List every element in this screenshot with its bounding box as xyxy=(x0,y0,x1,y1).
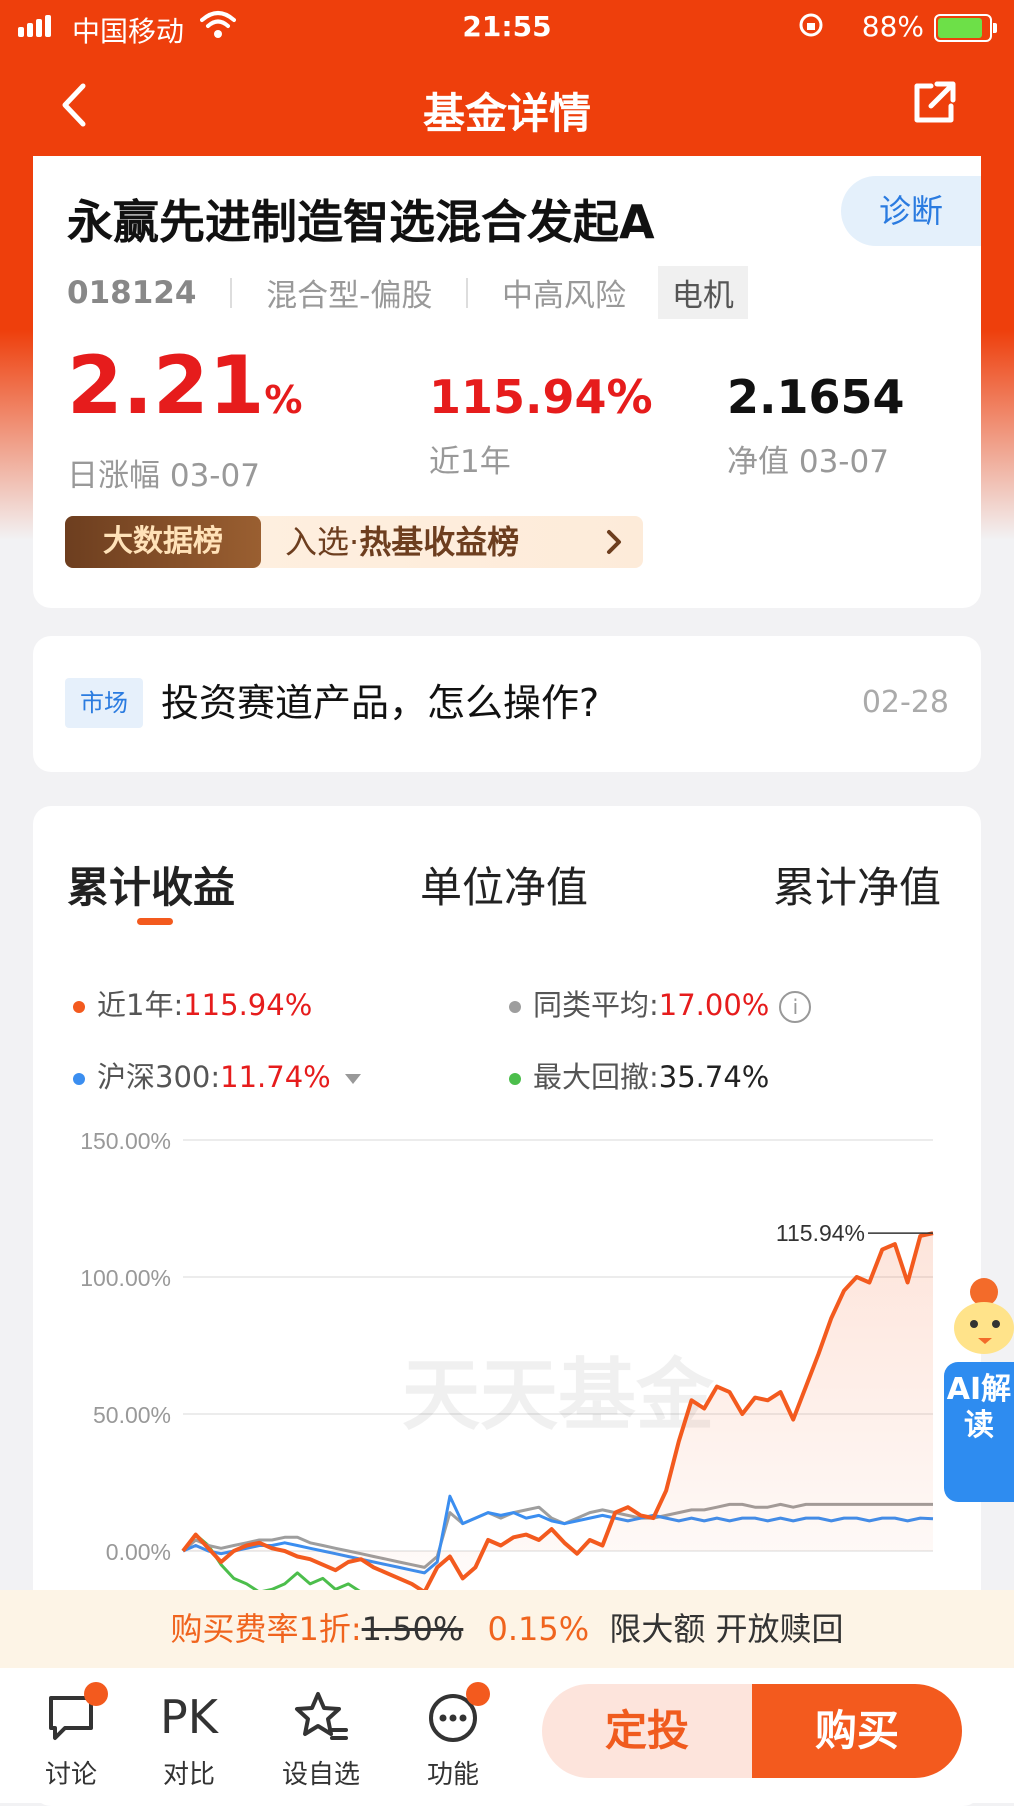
nav-metric: 2.1654 净值 03-07 xyxy=(727,368,905,481)
watermark: 天天基金 xyxy=(402,1350,715,1441)
big-data-ranking-badge: 大数据榜 xyxy=(65,516,261,568)
share-icon[interactable] xyxy=(909,78,959,128)
auto-invest-button[interactable]: 定投 xyxy=(542,1684,752,1778)
functions-button[interactable]: 功能 xyxy=(408,1682,498,1791)
sector-tag[interactable]: 电机 xyxy=(657,266,748,319)
ranking-banner[interactable]: 大数据榜 入选·热基收益榜 xyxy=(65,516,643,568)
buy-button[interactable]: 购买 xyxy=(752,1684,962,1778)
nav-value: 2.1654 xyxy=(727,370,905,424)
year-return-label: 近1年 xyxy=(429,444,511,480)
fund-risk: 中高风险 xyxy=(502,278,627,314)
y-tick-label: 0.00% xyxy=(106,1539,171,1565)
market-date: 02-28 xyxy=(861,685,949,720)
mascot-icon xyxy=(954,1278,1014,1354)
fee-prefix: 购买费率1折: xyxy=(170,1610,362,1648)
daily-change-metric: 2.21% 日涨幅 03-07 xyxy=(67,346,302,495)
market-tag: 市场 xyxy=(65,678,143,728)
year-return-metric: 115.94% 近1年 xyxy=(429,368,653,481)
daily-change-value: 2.21 xyxy=(67,339,265,432)
functions-label: 功能 xyxy=(426,1760,479,1790)
add-watchlist-button[interactable]: 设自选 xyxy=(276,1686,366,1791)
return-chart[interactable]: 150.00% 100.00% 50.00% 0.00% 天天基金 115.94% xyxy=(33,806,981,1596)
chevron-right-icon xyxy=(607,530,621,554)
y-tick-label: 100.00% xyxy=(80,1265,171,1291)
ai-assistant-button[interactable]: AI解读 xyxy=(944,1272,1014,1502)
ai-interpret-label: AI解读 xyxy=(944,1362,1014,1502)
status-bar: 中国移动 21:55 88% xyxy=(0,0,1014,50)
fee-bar: 购买费率1折:1.50% 0.15% 限大额 开放赎回 xyxy=(0,1590,1014,1668)
battery-percent: 88% xyxy=(861,10,924,43)
divider xyxy=(466,277,469,308)
year-return-value: 115.94% xyxy=(429,370,653,424)
fund-name: 永赢先进制造智选混合发起A xyxy=(67,195,655,249)
nav-bar: 基金详情 xyxy=(0,60,1014,150)
y-tick-label: 150.00% xyxy=(80,1128,171,1154)
divider xyxy=(230,277,233,308)
star-list-icon xyxy=(295,1692,348,1740)
ranking-prefix: 入选· xyxy=(285,523,360,561)
compare-label: 对比 xyxy=(162,1760,215,1790)
page-title: 基金详情 xyxy=(422,89,591,138)
market-news-card[interactable]: 市场 投资赛道产品，怎么操作? 02-28 xyxy=(33,636,981,772)
fund-summary-card: 永赢先进制造智选混合发起A 诊断 018124 混合型-偏股 中高风险 电机 2… xyxy=(33,156,981,608)
discuss-button[interactable]: 讨论 xyxy=(26,1682,116,1791)
daily-change-label: 日涨幅 03-07 xyxy=(67,458,260,494)
y-tick-label: 50.00% xyxy=(93,1402,171,1428)
fund-code: 018124 xyxy=(67,274,197,311)
fee-new-rate: 0.15% xyxy=(487,1610,590,1648)
fee-suffix: 限大额 开放赎回 xyxy=(609,1610,844,1648)
ranking-name: 热基收益榜 xyxy=(359,523,520,561)
diagnose-button[interactable]: 诊断 xyxy=(841,176,981,246)
fund-type: 混合型-偏股 xyxy=(266,278,433,314)
pk-icon: PK xyxy=(160,1690,218,1744)
end-value-label: 115.94% xyxy=(776,1220,865,1246)
compare-button[interactable]: PK 对比 xyxy=(144,1686,234,1791)
watchlist-label: 设自选 xyxy=(281,1760,360,1790)
ranking-text: 入选·热基收益榜 xyxy=(285,516,519,568)
fee-old-rate: 1.50% xyxy=(361,1610,464,1648)
fund-meta: 018124 混合型-偏股 中高风险 电机 xyxy=(67,266,748,319)
notification-dot xyxy=(466,1682,490,1706)
nav-label: 净值 03-07 xyxy=(727,444,889,480)
daily-change-unit: % xyxy=(264,378,303,422)
bottom-action-bar: 讨论 PK 对比 设自选 功能 定投 购买 xyxy=(0,1668,1014,1803)
discuss-label: 讨论 xyxy=(44,1760,97,1790)
rotation-lock-icon xyxy=(799,13,823,37)
battery-icon xyxy=(934,14,997,42)
notification-dot xyxy=(84,1682,108,1706)
market-title: 投资赛道产品，怎么操作? xyxy=(161,681,600,725)
